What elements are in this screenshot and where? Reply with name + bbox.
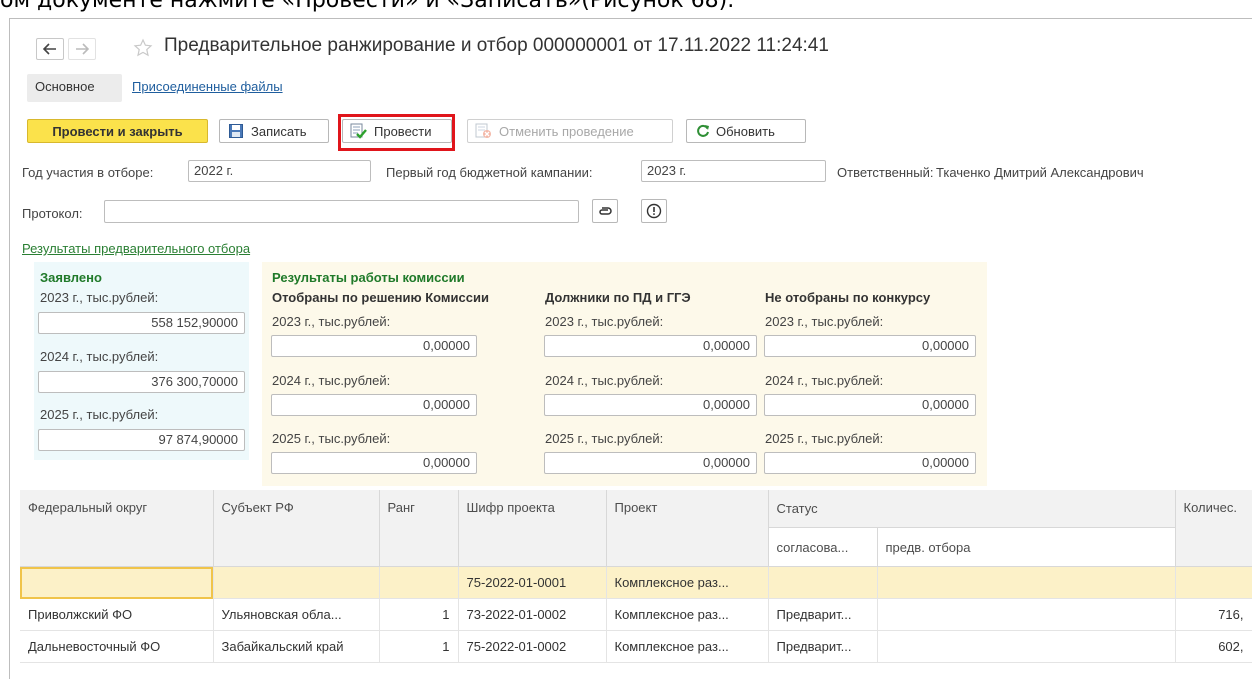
unpost-document-icon bbox=[475, 123, 491, 138]
cell-code[interactable]: 73-2022-01-0002 bbox=[458, 598, 607, 631]
year-label: Год участия в отборе: bbox=[22, 165, 154, 180]
refresh-button[interactable]: Обновить bbox=[686, 119, 806, 143]
cell-rank[interactable]: 1 bbox=[379, 630, 459, 663]
unpost-button-label: Отменить проведение bbox=[499, 124, 634, 139]
table-row[interactable]: Дальневосточный ФО Забайкальский край 1 … bbox=[20, 630, 1252, 663]
not-selected-group-title: Не отобраны по конкурсу bbox=[765, 290, 931, 305]
debtors-2025-field[interactable]: 0,00000 bbox=[544, 452, 757, 474]
col-status-agreement[interactable]: согласова... bbox=[768, 527, 878, 567]
not-selected-2023-field[interactable]: 0,00000 bbox=[764, 335, 976, 357]
cell-quantity[interactable]: 716, bbox=[1175, 598, 1252, 631]
arrow-right-icon bbox=[76, 43, 90, 55]
cell-code[interactable]: 75-2022-01-0001 bbox=[458, 566, 607, 599]
cell-subject[interactable] bbox=[213, 566, 380, 599]
refresh-button-label: Обновить bbox=[716, 124, 775, 139]
post-button-highlight bbox=[338, 114, 455, 151]
declared-2024-field[interactable]: 376 300,70000 bbox=[38, 371, 245, 393]
declared-2023-label: 2023 г., тыс.рублей: bbox=[40, 290, 159, 305]
results-link[interactable]: Результаты предварительного отбора bbox=[22, 241, 250, 256]
col-federal-district[interactable]: Федеральный округ bbox=[20, 490, 214, 567]
col-subject[interactable]: Субъект РФ bbox=[213, 490, 380, 567]
year-field[interactable]: 2022 г. bbox=[188, 160, 371, 182]
col-project-code[interactable]: Шифр проекта bbox=[458, 490, 607, 567]
refresh-icon bbox=[697, 124, 709, 137]
cell-district[interactable]: Дальневосточный ФО bbox=[20, 630, 214, 663]
cell-code[interactable]: 75-2022-01-0002 bbox=[458, 630, 607, 663]
debtors-2023-field[interactable]: 0,00000 bbox=[544, 335, 757, 357]
tab-attached-files[interactable]: Присоединенные файлы bbox=[126, 74, 289, 100]
budget-year-field[interactable]: 2023 г. bbox=[641, 160, 826, 182]
protocol-label: Протокол: bbox=[22, 206, 83, 221]
arrow-left-icon bbox=[42, 43, 56, 55]
cell-project[interactable]: Комплексное раз... bbox=[606, 630, 769, 663]
table-row[interactable]: 75-2022-01-0001 Комплексное раз... bbox=[20, 566, 1252, 599]
selected-2023-field[interactable]: 0,00000 bbox=[271, 335, 477, 357]
cell-subject[interactable]: Забайкальский край bbox=[213, 630, 380, 663]
cell-district[interactable] bbox=[20, 566, 214, 599]
selected-2025-field[interactable]: 0,00000 bbox=[271, 452, 477, 474]
debtors-2024-label: 2024 г., тыс.рублей: bbox=[545, 373, 664, 388]
cell-project[interactable]: Комплексное раз... bbox=[606, 598, 769, 631]
forward-button[interactable] bbox=[68, 38, 96, 60]
info-icon bbox=[646, 203, 662, 219]
info-button[interactable] bbox=[641, 199, 667, 223]
document-caption: ом документе нажмите «Провести» и «Запис… bbox=[0, 0, 735, 13]
col-status-preselection[interactable]: предв. отбора bbox=[877, 527, 1176, 567]
cell-status-agreement[interactable]: Предварит... bbox=[768, 598, 878, 631]
declared-2025-label: 2025 г., тыс.рублей: bbox=[40, 407, 159, 422]
debtors-2024-field[interactable]: 0,00000 bbox=[544, 394, 757, 416]
attach-button[interactable] bbox=[592, 199, 618, 223]
table-row[interactable]: Приволжский ФО Ульяновская обла... 1 73-… bbox=[20, 598, 1252, 631]
cell-subject[interactable]: Ульяновская обла... bbox=[213, 598, 380, 631]
declared-2024-label: 2024 г., тыс.рублей: bbox=[40, 349, 159, 364]
budget-year-label: Первый год бюджетной кампании: bbox=[386, 165, 593, 180]
not-selected-2025-field[interactable]: 0,00000 bbox=[764, 452, 976, 474]
cell-district[interactable]: Приволжский ФО bbox=[20, 598, 214, 631]
page-title: Предварительное ранжирование и отбор 000… bbox=[164, 35, 829, 56]
selected-2023-label: 2023 г., тыс.рублей: bbox=[272, 314, 391, 329]
col-quantity[interactable]: Количес. bbox=[1175, 490, 1252, 567]
star-icon[interactable] bbox=[133, 38, 153, 58]
cell-quantity[interactable] bbox=[1175, 566, 1252, 599]
back-button[interactable] bbox=[36, 38, 64, 60]
selected-2024-label: 2024 г., тыс.рублей: bbox=[272, 373, 391, 388]
col-project[interactable]: Проект bbox=[606, 490, 769, 567]
not-selected-2024-field[interactable]: 0,00000 bbox=[764, 394, 976, 416]
cell-rank[interactable]: 1 bbox=[379, 598, 459, 631]
cell-quantity[interactable]: 602, bbox=[1175, 630, 1252, 663]
debtors-group-title: Должники по ПД и ГГЭ bbox=[545, 290, 691, 305]
cell-status-agreement[interactable]: Предварит... bbox=[768, 630, 878, 663]
paperclip-icon bbox=[599, 207, 612, 215]
not-selected-2024-label: 2024 г., тыс.рублей: bbox=[765, 373, 884, 388]
save-button-label: Записать bbox=[251, 124, 307, 139]
cell-status-preselection[interactable] bbox=[877, 598, 1176, 631]
protocol-field[interactable] bbox=[104, 200, 579, 223]
cell-status-preselection[interactable] bbox=[877, 630, 1176, 663]
cell-rank[interactable] bbox=[379, 566, 459, 599]
post-and-close-button[interactable]: Провести и закрыть bbox=[27, 119, 208, 143]
debtors-2025-label: 2025 г., тыс.рублей: bbox=[545, 431, 664, 446]
unpost-button[interactable]: Отменить проведение bbox=[467, 119, 673, 143]
cell-status-agreement[interactable] bbox=[768, 566, 878, 599]
floppy-disk-icon bbox=[229, 124, 243, 138]
projects-table: Федеральный округ Субъект РФ Ранг Шифр п… bbox=[20, 490, 1252, 663]
cell-project[interactable]: Комплексное раз... bbox=[606, 566, 769, 599]
col-status[interactable]: Статус bbox=[768, 490, 1176, 529]
responsible-value[interactable]: Ткаченко Дмитрий Александрович bbox=[936, 165, 1144, 180]
col-rank[interactable]: Ранг bbox=[379, 490, 459, 567]
declared-2025-field[interactable]: 97 874,90000 bbox=[38, 429, 245, 451]
selected-2024-field[interactable]: 0,00000 bbox=[271, 394, 477, 416]
cell-status-preselection[interactable] bbox=[877, 566, 1176, 599]
debtors-2023-label: 2023 г., тыс.рублей: bbox=[545, 314, 664, 329]
declared-2023-field[interactable]: 558 152,90000 bbox=[38, 312, 245, 334]
commission-title: Результаты работы комиссии bbox=[272, 270, 465, 285]
declared-title: Заявлено bbox=[40, 270, 102, 285]
selected-2025-label: 2025 г., тыс.рублей: bbox=[272, 431, 391, 446]
not-selected-2025-label: 2025 г., тыс.рублей: bbox=[765, 431, 884, 446]
tab-main[interactable]: Основное bbox=[29, 74, 101, 100]
save-button[interactable]: Записать bbox=[219, 119, 329, 143]
responsible-label: Ответственный: bbox=[837, 165, 934, 180]
not-selected-2023-label: 2023 г., тыс.рублей: bbox=[765, 314, 884, 329]
selected-group-title: Отобраны по решению Комиссии bbox=[272, 290, 489, 305]
